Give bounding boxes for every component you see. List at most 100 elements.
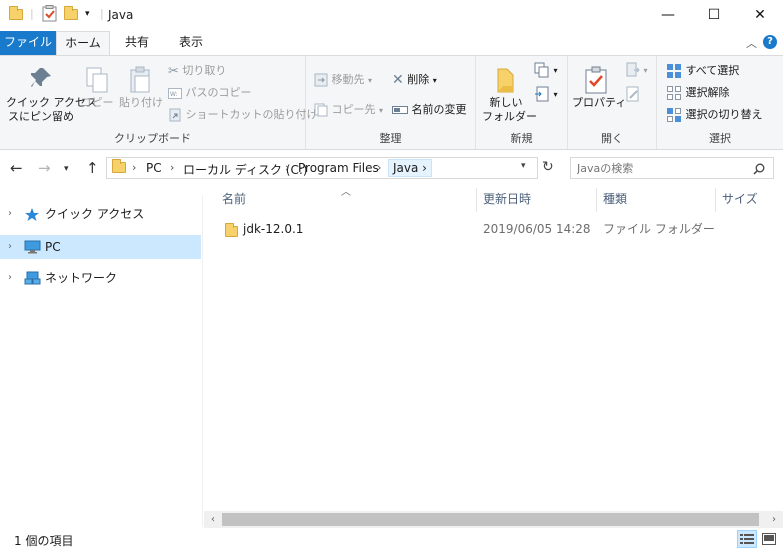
column-header-date[interactable]: 更新日時	[483, 186, 531, 213]
column-divider[interactable]	[715, 188, 716, 212]
close-button[interactable]: ✕	[737, 0, 783, 30]
svg-text:W:: W:	[170, 91, 178, 98]
pin-icon	[31, 68, 51, 87]
edit-button[interactable]	[626, 86, 640, 102]
qa-divider-2: |	[100, 7, 104, 20]
scroll-left-icon[interactable]: ‹	[204, 511, 222, 528]
open-group: プロパティ ▾ 開く	[568, 56, 657, 149]
copy-path-button[interactable]: W: パスのコピー	[168, 84, 252, 100]
breadcrumb-pc[interactable]: PC	[146, 161, 162, 175]
move-to-button[interactable]: 移動先 ▾	[314, 71, 372, 87]
recent-locations-icon[interactable]: ▾	[64, 164, 69, 174]
select-none-button[interactable]: 選択解除	[666, 84, 730, 101]
delete-button[interactable]: ✕ 削除 ▾	[392, 71, 437, 88]
address-dropdown-icon[interactable]: ▾	[521, 161, 526, 171]
copy-to-button[interactable]: コピー先 ▾	[314, 101, 383, 117]
breadcrumb-program-files[interactable]: Program Files	[298, 161, 379, 175]
forward-button[interactable]: →	[38, 159, 51, 177]
file-date: 2019/06/05 14:28	[483, 222, 591, 236]
select-all-button[interactable]: すべて選択	[666, 62, 739, 79]
properties-qa-icon[interactable]	[42, 5, 57, 25]
column-header-name[interactable]: 名前	[222, 186, 246, 213]
breadcrumb-separator[interactable]: ›	[132, 161, 136, 174]
pin-quick-access-button[interactable]: クイック アクセス スにピン留め	[6, 66, 97, 124]
tab-share[interactable]: 共有	[110, 31, 164, 55]
search-icon[interactable]	[753, 163, 765, 175]
organize-group-label: 整理	[379, 132, 402, 145]
maximize-button[interactable]: ☐	[691, 0, 737, 30]
clipboard-group: クイック アクセス スにピン留め コピー 貼り付け ✂ 切り取り W: パスのコ…	[0, 56, 318, 149]
breadcrumb-separator[interactable]: ›	[377, 161, 381, 174]
cut-button[interactable]: ✂ 切り取り	[168, 62, 226, 79]
new-item-button[interactable]: ▾	[534, 62, 558, 78]
paste-label: 貼り付け	[119, 96, 163, 109]
up-button[interactable]: ↑	[86, 159, 99, 177]
copy-button[interactable]: コピー	[80, 66, 114, 110]
sidebar-item-pc[interactable]: › PC	[0, 235, 201, 259]
properties-icon	[585, 66, 607, 94]
column-divider[interactable]	[596, 188, 597, 212]
breadcrumb-java[interactable]: Java ›	[388, 159, 432, 177]
tab-file[interactable]: ファイル	[0, 31, 56, 55]
back-button[interactable]: ←	[10, 159, 23, 177]
organize-group: 移動先 ▾ ✕ 削除 ▾ コピー先 ▾ 名前の変更 整理	[306, 56, 476, 149]
paste-shortcut-button[interactable]: ショートカットの貼り付け	[168, 106, 318, 122]
tab-home[interactable]: ホーム	[56, 31, 110, 55]
easy-access-button[interactable]: ▾	[534, 86, 558, 102]
computer-icon	[24, 240, 41, 254]
column-header-size[interactable]: サイズ	[722, 186, 758, 213]
refresh-icon[interactable]: ↻	[542, 159, 554, 175]
title-bar: | ▾ | Java — ☐ ✕	[0, 0, 783, 31]
scroll-right-icon[interactable]: ›	[765, 511, 783, 528]
details-view-icon	[740, 534, 754, 544]
expand-chevron-icon[interactable]: ›	[8, 266, 12, 290]
new-folder-qa-icon[interactable]	[64, 6, 78, 23]
column-divider[interactable]	[476, 188, 477, 212]
minimize-button[interactable]: —	[645, 0, 691, 30]
sidebar-item-network[interactable]: › ネットワーク	[0, 266, 201, 290]
horizontal-scrollbar[interactable]: ‹ ›	[204, 511, 783, 528]
new-folder-label: 新しい フォルダー	[482, 96, 537, 123]
customize-qa-icon[interactable]: ▾	[85, 9, 90, 19]
tab-view[interactable]: 表示	[164, 31, 218, 55]
rename-button[interactable]: 名前の変更	[392, 101, 467, 117]
easy-access-dropdown-icon: ▾	[553, 90, 558, 99]
file-list: ︿ 名前 更新日時 種類 サイズ jdk-12.0.1 2019/06/05 1…	[204, 186, 783, 527]
help-icon[interactable]: ?	[763, 35, 777, 49]
folder-icon[interactable]	[9, 6, 23, 23]
paste-button[interactable]: 貼り付け	[118, 66, 164, 110]
star-icon	[25, 208, 39, 221]
select-group: すべて選択 選択解除 選択の切り替え 選択	[657, 56, 783, 149]
edit-icon	[626, 86, 639, 102]
scrollbar-thumb[interactable]	[222, 513, 759, 526]
navigation-pane: › クイック アクセス › PC › ネットワーク	[0, 195, 203, 527]
collapse-ribbon-icon[interactable]: ︿	[746, 35, 757, 51]
expand-chevron-icon[interactable]: ›	[8, 235, 12, 259]
open-dropdown-icon: ▾	[643, 66, 648, 75]
new-folder-button[interactable]: 新しい フォルダー	[482, 66, 537, 124]
search-input[interactable]	[577, 159, 747, 177]
sidebar-item-label: ネットワーク	[45, 271, 118, 285]
paste-shortcut-label: ショートカットの貼り付け	[185, 108, 318, 121]
search-box[interactable]	[570, 157, 774, 179]
move-to-icon	[314, 73, 328, 87]
properties-button[interactable]: プロパティ	[572, 66, 626, 110]
status-bar: 1 個の項目	[0, 528, 783, 551]
file-name: jdk-12.0.1	[243, 222, 304, 236]
expand-chevron-icon[interactable]: ›	[8, 202, 12, 226]
copy-to-dropdown-icon: ▾	[379, 106, 384, 115]
details-view-button[interactable]	[737, 530, 757, 548]
column-header-type[interactable]: 種類	[603, 186, 627, 213]
table-row[interactable]: jdk-12.0.1 2019/06/05 14:28 ファイル フォルダー	[216, 218, 783, 240]
copy-to-icon	[314, 103, 328, 117]
invert-selection-button[interactable]: 選択の切り替え	[666, 106, 763, 123]
item-count: 1 個の項目	[14, 534, 74, 548]
select-none-label: 選択解除	[685, 86, 730, 99]
address-bar[interactable]: › PC › ローカル ディスク (C:) › Program Files › …	[106, 157, 538, 179]
breadcrumb-separator[interactable]: ›	[170, 161, 174, 174]
sidebar-item-quick-access[interactable]: › クイック アクセス	[0, 202, 201, 226]
breadcrumb-separator[interactable]: ›	[285, 161, 289, 174]
rename-label: 名前の変更	[411, 103, 467, 116]
large-icons-view-button[interactable]	[759, 530, 779, 548]
open-button[interactable]: ▾	[626, 62, 648, 78]
